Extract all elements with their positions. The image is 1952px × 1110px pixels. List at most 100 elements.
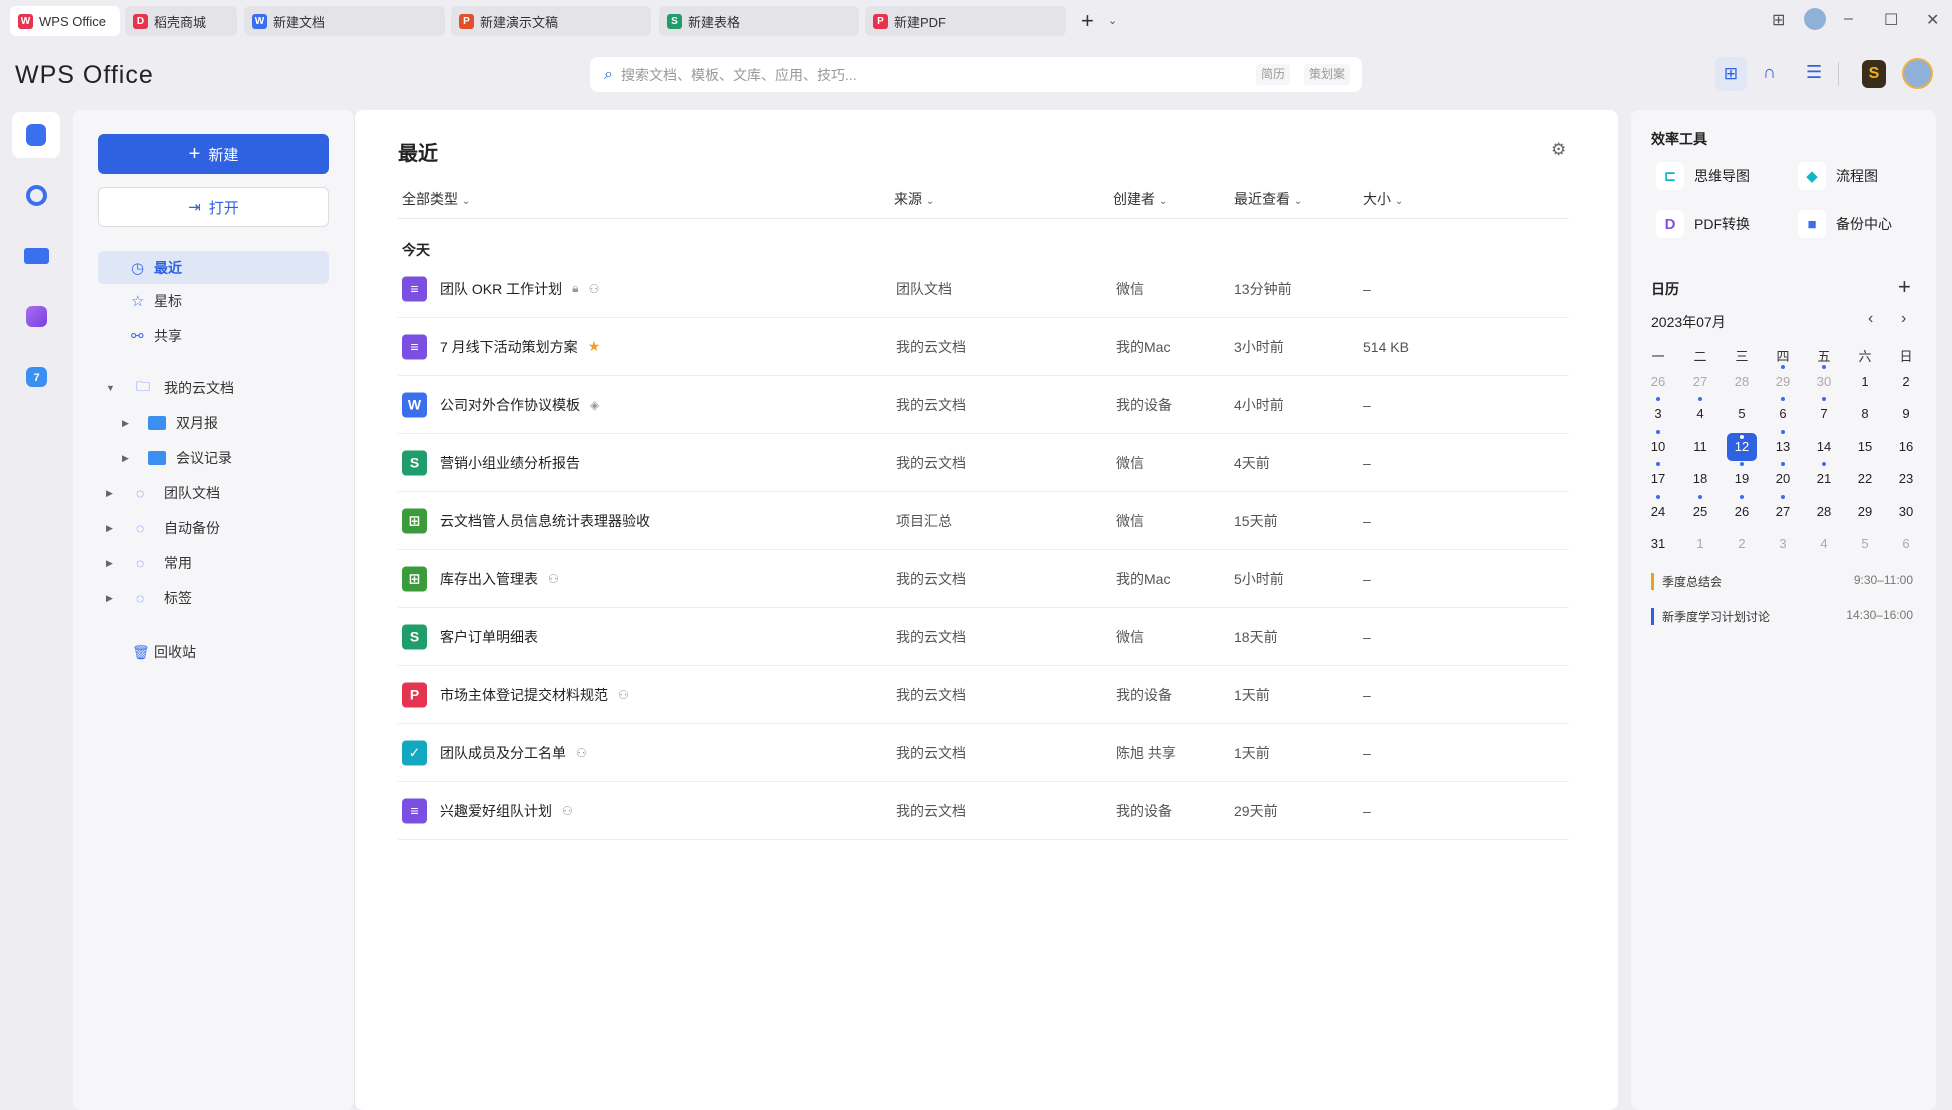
tree-subitem[interactable]: ▶ 双月报 — [122, 408, 218, 438]
tab-1[interactable]: D 稻壳商城 — [125, 6, 237, 36]
tree-item[interactable]: ▶ ◌ 自动备份 — [106, 513, 220, 543]
add-event-plus-icon[interactable]: + — [1898, 274, 1911, 300]
calendar-day[interactable]: 31 — [1643, 530, 1673, 558]
table-row[interactable]: S 客户订单明细表 我的云文档 微信 18天前 – — [398, 608, 1569, 666]
prev-month-icon[interactable]: ‹ — [1868, 310, 1873, 328]
caret-right-icon[interactable]: ▶ — [106, 523, 126, 534]
caret-right-icon[interactable]: ▶ — [106, 593, 126, 604]
search-input[interactable]: ⌕ 搜索文档、模板、文库、应用、技巧... 简历 策划案 — [590, 57, 1362, 92]
new-button[interactable]: + 新建 — [98, 134, 329, 174]
calendar-day[interactable]: 5 — [1850, 530, 1880, 558]
table-row[interactable]: ≡ 团队 OKR 工作计划 🔒︎ ⚇ 团队文档 微信 13分钟前 – — [398, 260, 1569, 318]
tree-item[interactable]: ▶ ◌ 团队文档 — [106, 478, 220, 508]
tool-pdf-convert[interactable]: D PDF转换 — [1656, 210, 1750, 238]
calendar-day[interactable]: 3 — [1768, 530, 1798, 558]
tree-item[interactable]: ▶ ◌ 标签 — [106, 583, 192, 613]
tab-4[interactable]: S 新建表格 — [659, 6, 859, 36]
calendar-day[interactable]: 10 — [1643, 429, 1673, 461]
tool-backup-folder[interactable]: ■ 备份中心 — [1798, 210, 1892, 238]
tab-3[interactable]: P 新建演示文稿 — [451, 6, 651, 36]
sidebar-item-clock[interactable]: ◷ 最近 — [98, 251, 329, 284]
avatar[interactable] — [1804, 8, 1826, 30]
table-row[interactable]: ✓ 团队成员及分工名单 ⚇ 我的云文档 陈旭 共享 1天前 – — [398, 724, 1569, 782]
calendar-day[interactable]: 1 — [1685, 530, 1715, 558]
rail-apps-icon[interactable] — [26, 306, 47, 327]
calendar-day[interactable]: 9 — [1891, 400, 1921, 428]
sidebar-item-share[interactable]: ⚯ 共享 — [98, 319, 329, 352]
trash-item[interactable]: 🗑 回收站 — [132, 637, 196, 667]
new-tab-plus-icon[interactable]: + — [1081, 8, 1094, 34]
column-header[interactable]: 全部类型 ⌄ — [402, 189, 470, 209]
tree-subitem[interactable]: ▶ 会议记录 — [122, 443, 232, 473]
maximize-icon[interactable]: ☐ — [1884, 10, 1898, 30]
table-row[interactable]: S 营销小组业绩分析报告 我的云文档 微信 4天前 – — [398, 434, 1569, 492]
open-button[interactable]: ⇥ 打开 — [98, 187, 329, 227]
apps-grid-icon[interactable]: ⊞ — [1772, 10, 1785, 30]
rail-meeting-icon[interactable] — [24, 248, 49, 264]
calendar-day[interactable]: 13 — [1768, 429, 1798, 461]
calendar-day[interactable]: 14 — [1809, 433, 1839, 461]
calendar-day[interactable]: 19 — [1727, 462, 1757, 493]
caret-right-icon[interactable]: ▶ — [106, 488, 126, 499]
caret-right-icon[interactable]: ▶ — [122, 418, 142, 429]
caret-right-icon[interactable]: ▶ — [106, 558, 126, 569]
calendar-day[interactable]: 15 — [1850, 433, 1880, 461]
calendar-day[interactable]: 23 — [1891, 465, 1921, 493]
calendar-day[interactable]: 28 — [1809, 498, 1839, 526]
calendar-day[interactable]: 8 — [1850, 400, 1880, 428]
next-month-icon[interactable]: › — [1901, 310, 1906, 328]
table-row[interactable]: ⊞ 库存出入管理表 ⚇ 我的云文档 我的Mac 5小时前 – — [398, 550, 1569, 608]
calendar-day[interactable]: 28 — [1727, 368, 1757, 396]
table-row[interactable]: W 公司对外合作协议模板 ◈ 我的云文档 我的设备 4小时前 – — [398, 376, 1569, 434]
settings-gear-icon[interactable]: ⚙ — [1551, 140, 1566, 160]
tab-5[interactable]: P 新建PDF — [865, 6, 1066, 36]
close-icon[interactable]: ✕ — [1926, 10, 1939, 30]
calendar-day[interactable]: 24 — [1643, 494, 1673, 526]
caret-right-icon[interactable]: ▶ — [122, 453, 142, 464]
calendar-day[interactable]: 16 — [1891, 433, 1921, 461]
vip-badge-icon[interactable]: S — [1862, 60, 1886, 88]
tool-mindmap[interactable]: ⊏ 思维导图 — [1656, 162, 1750, 190]
calendar-day[interactable]: 4 — [1685, 397, 1715, 428]
sidebar-item-star[interactable]: ☆ 星标 — [98, 284, 329, 317]
tree-item[interactable]: ▼ 🗀 我的云文档 — [106, 373, 234, 403]
rail-docs-icon[interactable] — [26, 124, 46, 146]
calendar-day[interactable]: 29 — [1768, 365, 1798, 396]
calendar-day[interactable]: 12 — [1727, 432, 1757, 461]
column-header[interactable]: 最近查看 ⌄ — [1234, 189, 1302, 209]
column-header[interactable]: 大小 ⌄ — [1363, 189, 1403, 209]
calendar-day[interactable]: 18 — [1685, 465, 1715, 493]
calendar-day[interactable]: 1 — [1850, 368, 1880, 396]
calendar-day[interactable]: 7 — [1809, 397, 1839, 428]
search-chip[interactable]: 策划案 — [1304, 64, 1351, 85]
calendar-day[interactable]: 3 — [1643, 397, 1673, 428]
rail-chat-icon[interactable] — [26, 185, 47, 206]
tab-list-chevron-icon[interactable]: ⌄ — [1108, 14, 1117, 27]
calendar-day[interactable]: 29 — [1850, 498, 1880, 526]
column-header[interactable]: 创建者 ⌄ — [1113, 189, 1167, 209]
calendar-day[interactable]: 30 — [1891, 498, 1921, 526]
headset-icon[interactable]: ∩ — [1763, 62, 1776, 83]
table-row[interactable]: ≡ 7 月线下活动策划方案 ★ 我的云文档 我的Mac 3小时前 514 KB — [398, 318, 1569, 376]
calendar-day[interactable]: 4 — [1809, 530, 1839, 558]
search-chip[interactable]: 简历 — [1256, 64, 1291, 85]
calendar-day[interactable]: 25 — [1685, 494, 1715, 526]
tree-item[interactable]: ▶ ◌ 常用 — [106, 548, 192, 578]
calendar-day[interactable]: 2 — [1727, 530, 1757, 558]
minimize-icon[interactable]: – — [1844, 10, 1853, 28]
calendar-day[interactable]: 6 — [1891, 530, 1921, 558]
calendar-event[interactable]: 季度总结会 9:30–11:00 — [1651, 573, 1913, 590]
tab-0[interactable]: W WPS Office — [10, 6, 120, 36]
calendar-day[interactable]: 30 — [1809, 365, 1839, 396]
calendar-day[interactable]: 11 — [1685, 433, 1715, 461]
calendar-day[interactable]: 5 — [1727, 400, 1757, 428]
user-avatar[interactable] — [1902, 58, 1933, 89]
table-row[interactable]: ⊞ 云文档管人员信息统计表理器验收 项目汇总 微信 15天前 – — [398, 492, 1569, 550]
column-header[interactable]: 来源 ⌄ — [894, 189, 934, 209]
table-row[interactable]: P 市场主体登记提交材料规范 ⚇ 我的云文档 我的设备 1天前 – — [398, 666, 1569, 724]
calendar-day[interactable]: 2 — [1891, 368, 1921, 396]
calendar-day[interactable]: 26 — [1643, 368, 1673, 396]
app-grid-icon[interactable]: ⊞ — [1715, 57, 1747, 91]
calendar-day[interactable]: 22 — [1850, 465, 1880, 493]
tool-flowchart[interactable]: ◆ 流程图 — [1798, 162, 1878, 190]
